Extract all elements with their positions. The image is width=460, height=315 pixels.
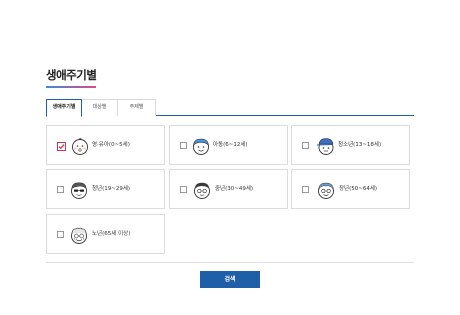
option-card-elderly[interactable]: 노년(65세 이상) — [46, 214, 165, 254]
tab-topic[interactable]: 주제별 — [118, 99, 156, 116]
option-label-elderly: 노년(65세 이상) — [92, 231, 131, 237]
checkbox-child[interactable] — [180, 142, 187, 149]
tab-target[interactable]: 대상별 — [82, 99, 118, 116]
option-label-teen: 청소년(13~18세) — [338, 142, 382, 148]
baby-face-icon — [72, 138, 88, 155]
checkbox-elderly[interactable] — [57, 231, 64, 238]
option-card-youth[interactable]: 청년(19~29세) — [46, 169, 165, 209]
option-card-teen[interactable]: 청소년(13~18세) — [291, 125, 410, 165]
option-card-child[interactable]: 아동(6~12세) — [169, 125, 288, 165]
search-button[interactable]: 검색 — [200, 271, 260, 288]
elderly-face-icon — [71, 227, 87, 244]
youth-face-icon — [71, 182, 87, 199]
checkbox-youth[interactable] — [57, 186, 64, 193]
checkbox-teen[interactable] — [302, 142, 309, 149]
tab-bar: 생애주기별 대상별 주제별 — [46, 99, 414, 117]
option-label-youth: 청년(19~29세) — [92, 186, 131, 192]
checkbox-middle-aged[interactable] — [180, 186, 187, 193]
tab-lifecycle[interactable]: 생애주기별 — [46, 99, 82, 117]
checkbox-infant[interactable] — [57, 142, 66, 151]
option-card-senior[interactable]: 장년(50~64세) — [291, 169, 410, 209]
option-label-middle-aged: 중년(30~49세) — [215, 186, 254, 192]
teen-face-icon — [317, 138, 334, 155]
divider — [46, 262, 414, 263]
option-card-middle-aged[interactable]: 중년(30~49세) — [169, 169, 288, 209]
page-title: 생애주기별 — [46, 68, 97, 82]
option-label-senior: 장년(50~64세) — [339, 186, 378, 192]
option-label-infant: 영·유아(0~5세) — [92, 142, 130, 148]
middle-aged-face-icon — [194, 182, 210, 199]
option-card-infant[interactable]: 영·유아(0~5세) — [46, 125, 165, 165]
senior-face-icon — [318, 182, 334, 199]
title-underline — [46, 86, 96, 88]
checkbox-senior[interactable] — [302, 186, 309, 193]
child-face-icon — [193, 138, 209, 155]
option-label-child: 아동(6~12세) — [213, 142, 248, 148]
